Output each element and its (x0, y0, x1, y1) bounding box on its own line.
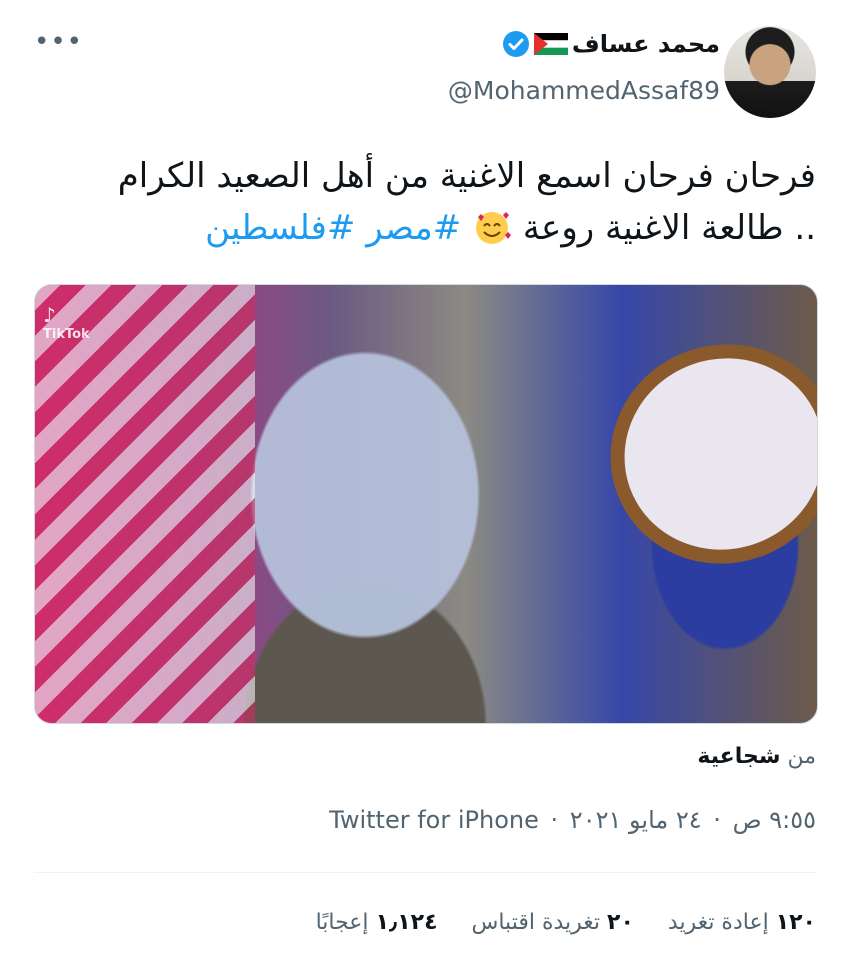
likes-label: إعجابًا (315, 910, 369, 935)
likes-stat[interactable]: ١٫١٢٤ إعجابًا (316, 910, 438, 935)
quotes-stat[interactable]: ٢٠ تغريدة اقتباس (472, 910, 634, 935)
video-background-decoration (35, 285, 255, 723)
tiktok-watermark-text: TikTok (43, 327, 90, 342)
tweet-text: فرحان فرحان اسمع الاغنية من أهل الصعيد ا… (26, 150, 816, 254)
retweets-count: ١٢٠ (775, 910, 816, 935)
retweets-stat[interactable]: ١٢٠ إعادة تغريد (668, 910, 816, 935)
tweet-date[interactable]: ٢٤ مايو ٢٠٢١ (570, 806, 702, 834)
display-name[interactable]: محمد عساف (572, 30, 720, 58)
tweet-video[interactable]: ♪ TikTok (34, 284, 818, 724)
more-dots-icon: ••• (34, 27, 84, 57)
tweet-location: من شجاعية (697, 744, 816, 769)
tweet-stats: ١٢٠ إعادة تغريد ٢٠ تغريدة اقتباس ١٫١٢٤ إ… (316, 910, 816, 935)
meta-separator: · (550, 806, 559, 834)
author-name-row: محمد عساف (502, 30, 720, 58)
palestine-flag-icon (533, 33, 568, 55)
avatar[interactable] (724, 26, 816, 118)
tiktok-icon: ♪ (43, 303, 56, 327)
hashtag-egypt[interactable]: #مصر (366, 208, 461, 248)
tiktok-watermark: ♪ TikTok (43, 303, 90, 342)
tweet-line-1: فرحان فرحان اسمع الاغنية من أهل الصعيد ا… (117, 156, 816, 196)
location-place[interactable]: شجاعية (697, 744, 780, 769)
tweet-line-2: .. طالعة الاغنية روعة #مصر #فلسطين (26, 202, 816, 254)
location-prefix: من (787, 744, 816, 769)
quotes-label: تغريدة اقتباس (471, 910, 601, 935)
meta-separator: · (713, 806, 721, 834)
video-drum (579, 312, 817, 596)
retweets-label: إعادة تغريد (667, 910, 769, 935)
author-handle[interactable]: @MohammedAssaf89 (448, 76, 720, 105)
tweet-source[interactable]: Twitter for iPhone (329, 806, 539, 834)
verified-badge-icon (502, 30, 530, 58)
hashtag-palestine[interactable]: #فلسطين (205, 208, 355, 248)
smiling-face-with-hearts-icon (472, 207, 512, 247)
quotes-count: ٢٠ (607, 910, 634, 935)
more-options-button[interactable]: ••• (34, 29, 83, 55)
tweet-meta: ٩:٥٥ ص · ٢٤ مايو ٢٠٢١ · Twitter for iPho… (329, 806, 816, 834)
tweet-line-2-text: .. طالعة الاغنية روعة (522, 208, 816, 248)
divider (34, 872, 816, 873)
tweet-time[interactable]: ٩:٥٥ ص (733, 806, 816, 834)
likes-count: ١٫١٢٤ (375, 910, 438, 935)
